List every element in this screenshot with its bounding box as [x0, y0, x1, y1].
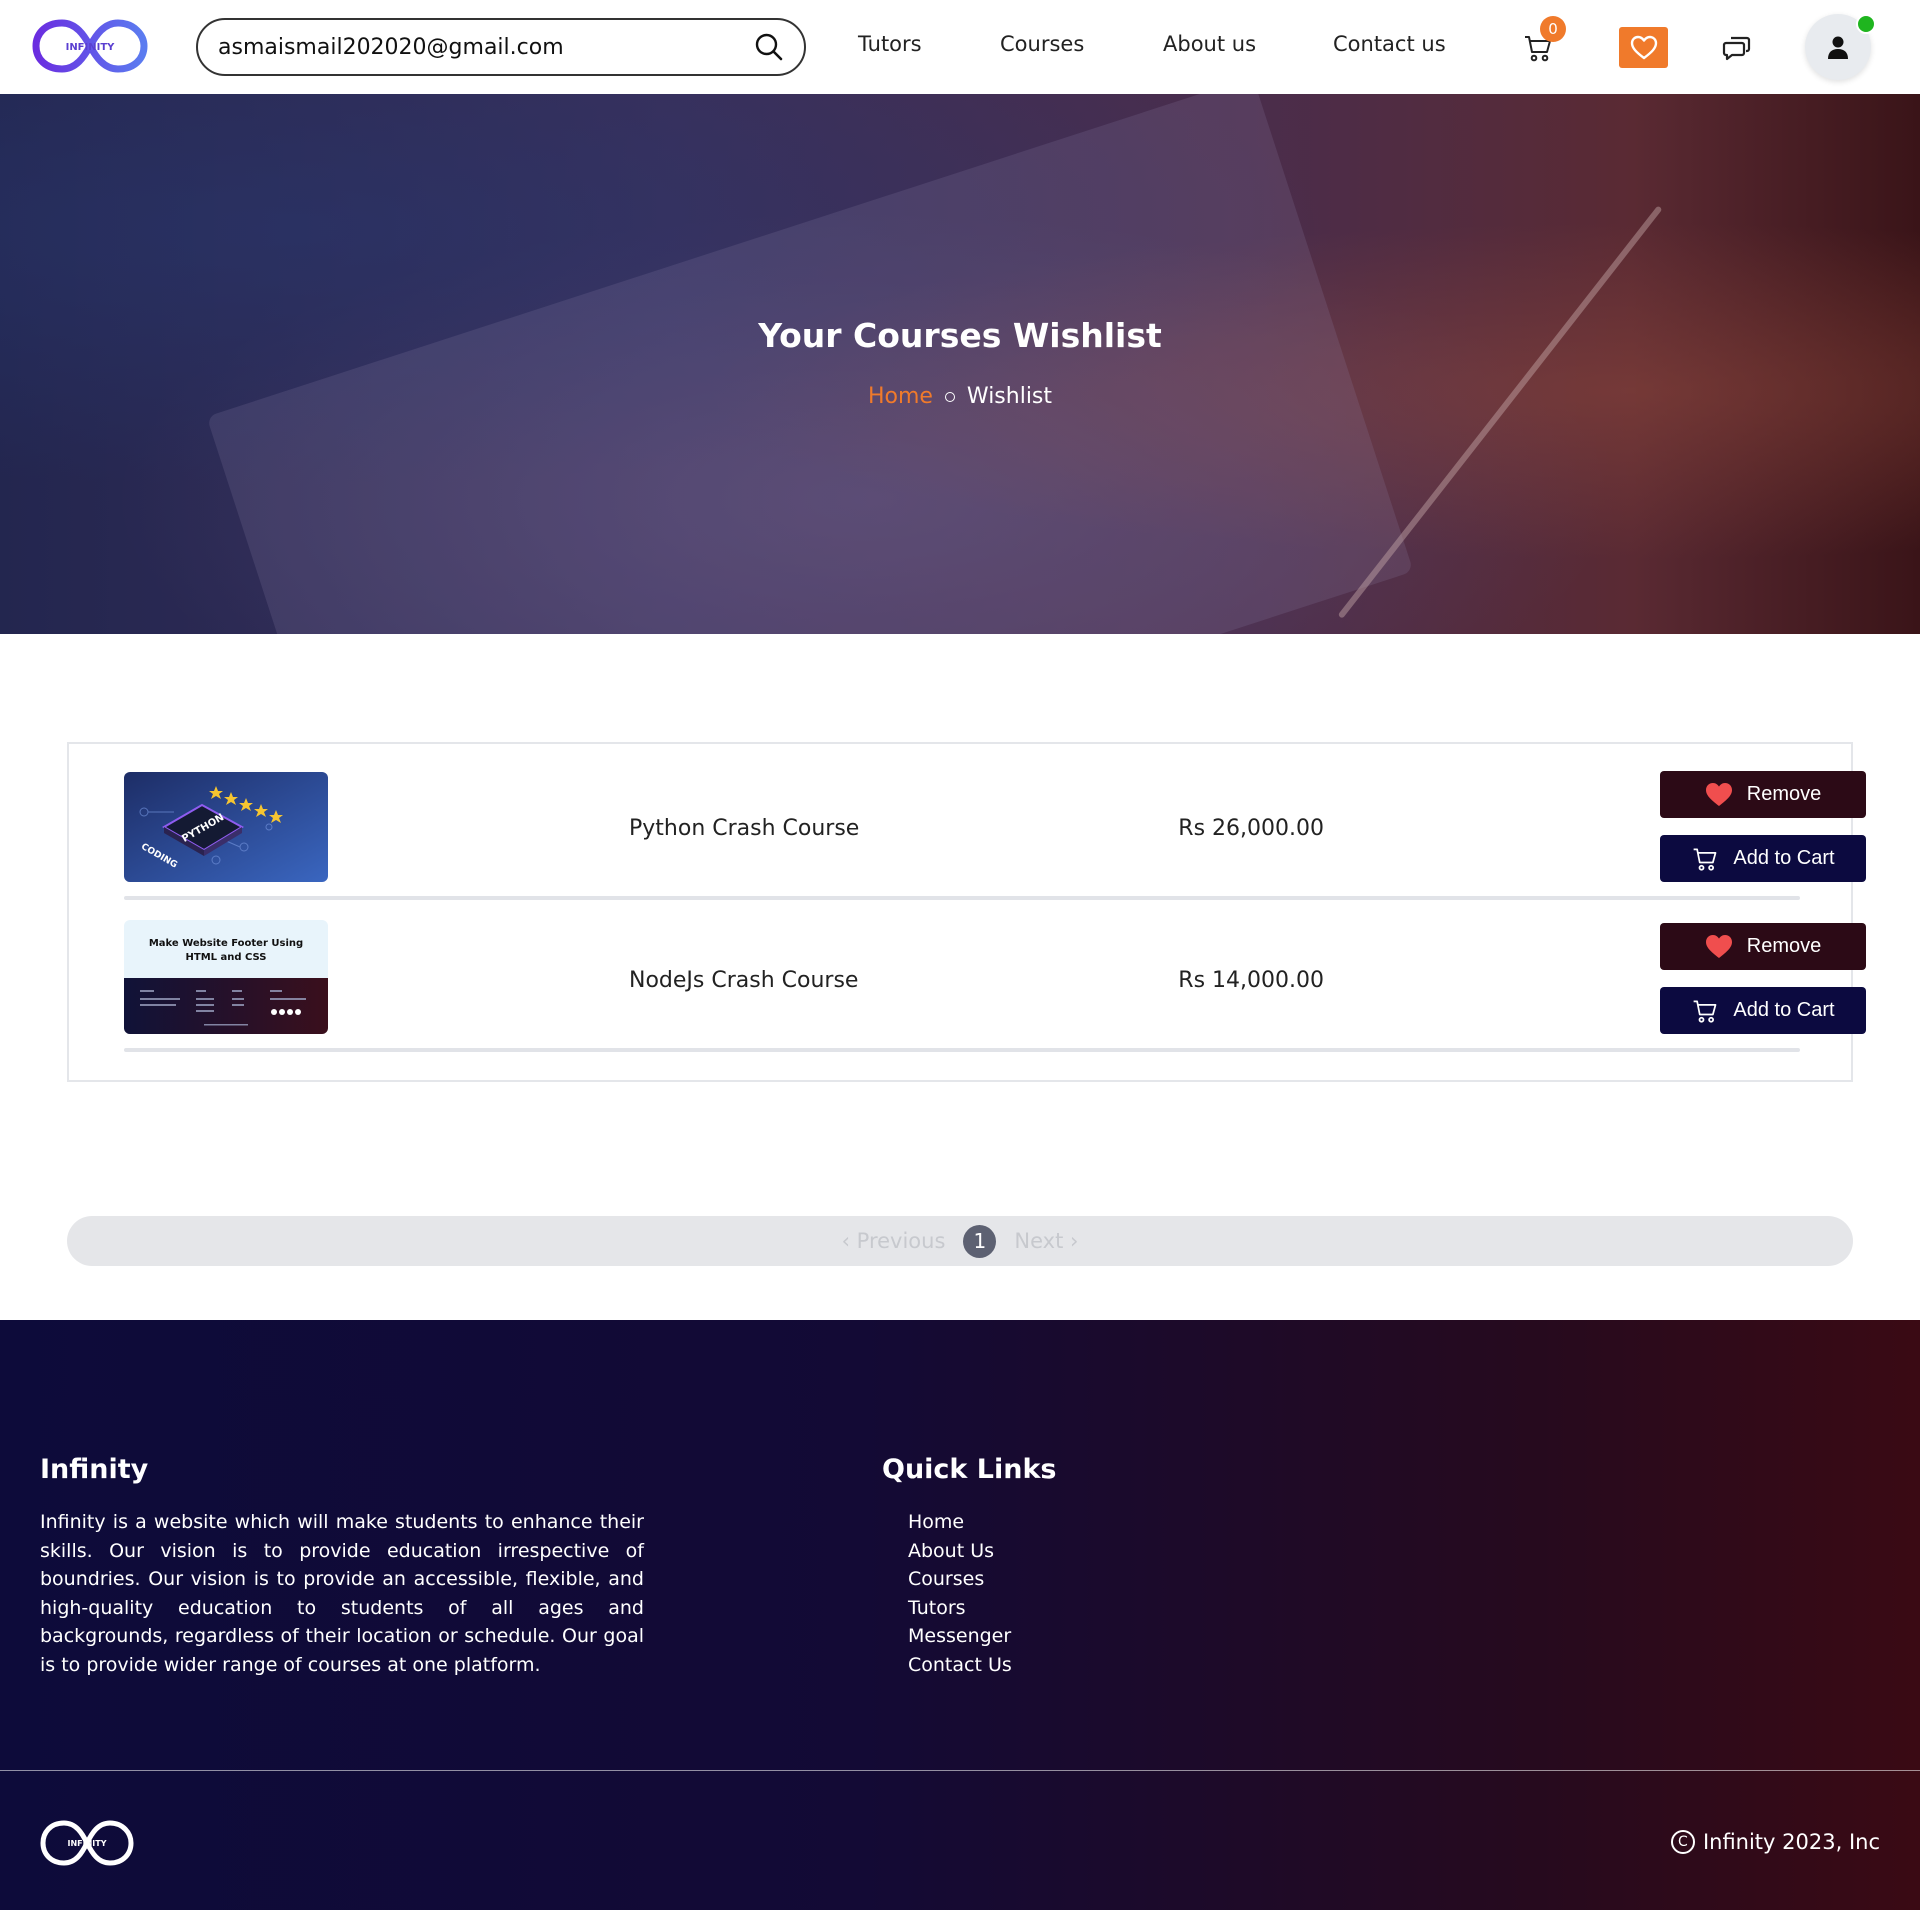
course-price: Rs 26,000.00	[1178, 816, 1324, 841]
footer-link-about-us[interactable]: About Us	[908, 1537, 1012, 1566]
pagination: ‹ Previous 1 Next ›	[67, 1216, 1853, 1266]
wishlist-row: Make Website Footer Using HTML and CSS N…	[124, 896, 1866, 1052]
copyright-icon: C	[1670, 1830, 1695, 1854]
footer-divider	[0, 1770, 1920, 1771]
breadcrumb-current: Wishlist	[966, 384, 1053, 409]
search-icon[interactable]	[754, 32, 784, 62]
nav-courses[interactable]: Courses	[1000, 32, 1084, 56]
copyright-text: Infinity 2023, Inc	[1702, 1830, 1880, 1854]
page-title: Your Courses Wishlist	[758, 316, 1162, 355]
footer-link-contact-us[interactable]: Contact Us	[908, 1651, 1012, 1680]
search-input[interactable]	[218, 34, 754, 60]
quick-links-list: Home About Us Courses Tutors Messenger C…	[908, 1508, 1012, 1679]
cart-icon	[1694, 1000, 1717, 1023]
course-thumbnail-python[interactable]: PYTHON CODING	[124, 772, 328, 882]
wishlist-table: PYTHON CODING Python Crash Course Rs 26,…	[67, 742, 1866, 1082]
quick-links-title: Quick Links	[882, 1454, 1057, 1485]
next-page-button[interactable]: Next ›	[1014, 1229, 1078, 1253]
svg-text:Make Website Footer Using: Make Website Footer Using	[149, 938, 303, 949]
cart-icon	[1694, 848, 1717, 871]
wishlist-row: PYTHON CODING Python Crash Course Rs 26,…	[124, 744, 1866, 900]
heart-outline-icon	[1630, 35, 1657, 59]
nav-tutors[interactable]: Tutors	[858, 32, 922, 56]
heart-icon	[1705, 934, 1732, 958]
page-number-button[interactable]: 1	[963, 1224, 997, 1258]
site-footer: Infinity Infinity is a website which wil…	[0, 1320, 1920, 1910]
footer-link-messenger[interactable]: Messenger	[908, 1622, 1012, 1651]
footer-link-courses[interactable]: Courses	[908, 1565, 1012, 1594]
row-divider	[124, 1048, 1800, 1052]
top-navbar: INFINITY Tutors Courses About us Contact…	[0, 0, 1920, 94]
svg-text:HTML and CSS: HTML and CSS	[186, 952, 267, 963]
footer-link-home[interactable]: Home	[908, 1508, 1012, 1537]
course-name[interactable]: Python Crash Course	[629, 816, 859, 841]
copyright: C Infinity 2023, Inc	[1670, 1830, 1880, 1854]
remove-button-label: Remove	[1746, 783, 1822, 805]
remove-button[interactable]: Remove	[1660, 771, 1866, 818]
svg-text:INFINITY: INFINITY	[66, 42, 116, 53]
footer-link-tutors[interactable]: Tutors	[908, 1594, 1012, 1623]
add-to-cart-label: Add to Cart	[1733, 999, 1835, 1021]
chat-icon[interactable]	[1722, 32, 1752, 62]
previous-page-button[interactable]: ‹ Previous	[842, 1229, 946, 1253]
course-name[interactable]: NodeJs Crash Course	[629, 968, 858, 993]
breadcrumb: Home Wishlist	[0, 384, 1920, 409]
user-icon	[1828, 36, 1848, 59]
page-hero-banner: Your Courses Wishlist Home Wishlist	[0, 94, 1920, 634]
infinity-logo[interactable]: INFINITY	[32, 15, 148, 77]
remove-button[interactable]: Remove	[1660, 923, 1866, 970]
breadcrumb-separator-icon	[944, 392, 955, 402]
cart-count-badge: 0	[1540, 16, 1566, 42]
heart-icon	[1705, 782, 1732, 806]
svg-text:INFINITY: INFINITY	[67, 1839, 106, 1848]
nav-about-us[interactable]: About us	[1163, 32, 1256, 56]
nav-contact-us[interactable]: Contact us	[1333, 32, 1446, 56]
wishlist-button[interactable]	[1619, 27, 1668, 68]
footer-brand-title: Infinity	[40, 1454, 149, 1485]
add-to-cart-label: Add to Cart	[1733, 847, 1835, 869]
add-to-cart-button[interactable]: Add to Cart	[1660, 835, 1866, 882]
footer-description: Infinity is a website which will make st…	[40, 1511, 644, 1676]
footer-infinity-logo[interactable]: INFINITY	[40, 1817, 134, 1869]
breadcrumb-home-link[interactable]: Home	[868, 384, 933, 409]
online-status-dot	[1856, 14, 1876, 34]
course-thumbnail-nodejs[interactable]: Make Website Footer Using HTML and CSS	[124, 920, 328, 1034]
add-to-cart-button[interactable]: Add to Cart	[1660, 987, 1866, 1034]
search-bar	[196, 18, 806, 76]
remove-button-label: Remove	[1746, 935, 1822, 957]
course-price: Rs 14,000.00	[1178, 968, 1324, 993]
